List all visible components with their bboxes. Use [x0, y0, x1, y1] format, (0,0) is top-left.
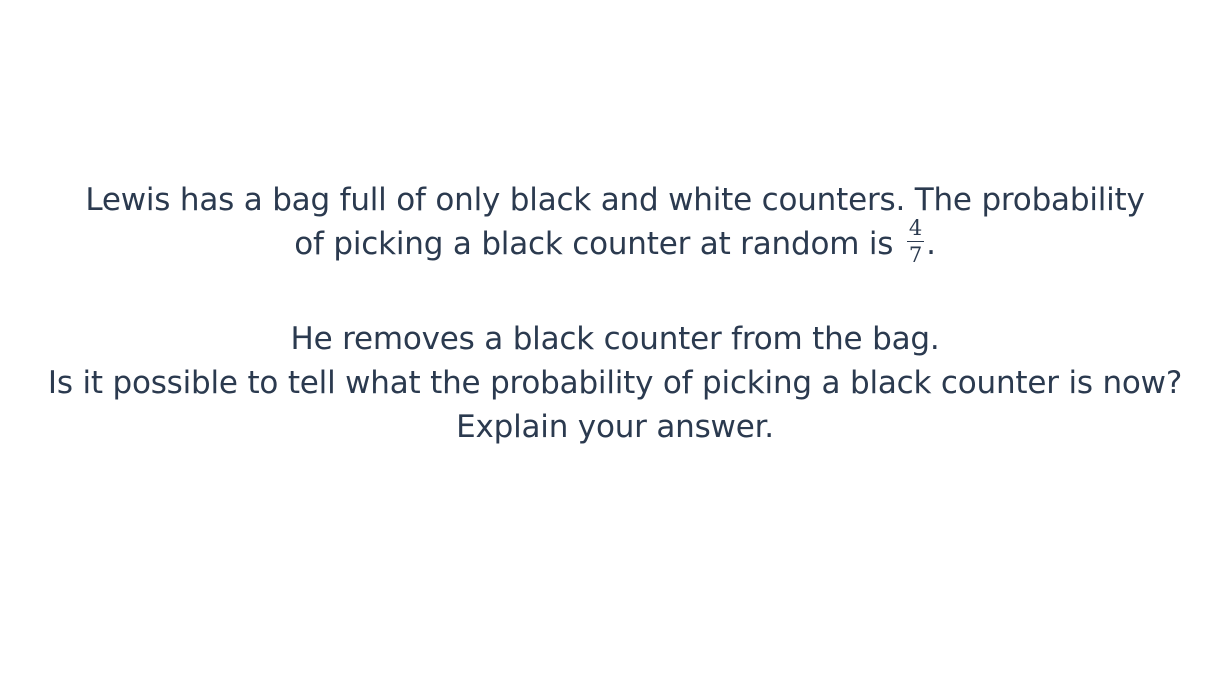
intro-line-2-text: of picking a black counter at random is	[294, 226, 894, 262]
intro-line-2: of picking a black counter at random is …	[30, 218, 1200, 269]
task-line-1: He removes a black counter from the bag.	[290, 321, 940, 357]
question-paragraph-task: He removes a black counter from the bag.…	[30, 317, 1200, 449]
question-paragraph-intro: Lewis has a bag full of only black and w…	[30, 178, 1200, 269]
probability-fraction: 47	[906, 216, 925, 267]
intro-line-1: Lewis has a bag full of only black and w…	[85, 182, 1145, 218]
question-text: Lewis has a bag full of only black and w…	[30, 178, 1200, 449]
intro-line-2-period: .	[926, 226, 936, 262]
task-line-2: Is it possible to tell what the probabil…	[47, 365, 1183, 401]
task-line-3: Explain your answer.	[456, 409, 774, 445]
fraction-numerator: 4	[906, 216, 925, 242]
fraction-denominator: 7	[908, 243, 923, 267]
